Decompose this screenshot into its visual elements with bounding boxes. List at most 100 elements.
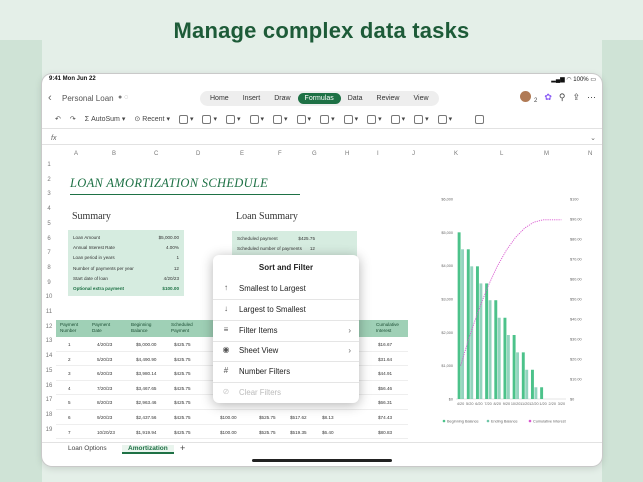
- loan-summary-value[interactable]: 12: [310, 246, 315, 251]
- row-header[interactable]: 14: [42, 353, 56, 359]
- row-header[interactable]: 7: [42, 250, 56, 256]
- header-beginning-balance[interactable]: Beginning Balance: [131, 322, 157, 333]
- table-cell[interactable]: $425.75: [174, 415, 191, 420]
- names-icon[interactable]: ▾: [343, 114, 358, 124]
- table-cell[interactable]: $425.75: [174, 357, 191, 362]
- table-cell[interactable]: $16.67: [378, 342, 392, 347]
- add-sheet-button[interactable]: +: [180, 443, 185, 453]
- row-header[interactable]: 12: [42, 324, 56, 330]
- tab-formulas[interactable]: Formulas: [297, 93, 341, 104]
- header-payment-date[interactable]: Payment Date: [92, 322, 116, 333]
- table-cell[interactable]: $100.00: [220, 430, 237, 435]
- row-header[interactable]: 17: [42, 397, 56, 403]
- table-cell[interactable]: 3: [68, 371, 71, 376]
- summary-value[interactable]: 4/20/23: [164, 276, 179, 281]
- table-cell[interactable]: 9/20/23: [97, 415, 112, 420]
- row-header[interactable]: 19: [42, 427, 56, 433]
- formula-bar[interactable]: fx ⌄: [42, 132, 602, 145]
- row-header[interactable]: 2: [42, 177, 56, 183]
- popup-item-sheet-view[interactable]: ◉ Sheet View ›: [213, 341, 359, 361]
- tab-view[interactable]: View: [406, 93, 435, 104]
- row-header[interactable]: 4: [42, 206, 56, 212]
- column-header[interactable]: L: [500, 151, 503, 157]
- row-header[interactable]: 3: [42, 191, 56, 197]
- column-header[interactable]: A: [74, 151, 78, 157]
- table-cell[interactable]: $31.64: [378, 357, 392, 362]
- undo-icon[interactable]: ↶: [55, 115, 61, 123]
- table-cell[interactable]: $1,919.94: [136, 430, 156, 435]
- row-header[interactable]: 1: [42, 162, 56, 168]
- trace-icon[interactable]: ▾: [367, 114, 382, 124]
- table-cell[interactable]: $425.75: [174, 400, 191, 405]
- table-cell[interactable]: 4/20/23: [97, 342, 112, 347]
- row-header[interactable]: 13: [42, 338, 56, 344]
- column-header[interactable]: N: [588, 151, 592, 157]
- popup-item-smallest-to-largest[interactable]: ↑ Smallest to Largest: [213, 279, 359, 299]
- function-library-icon[interactable]: ▾: [178, 114, 193, 124]
- table-cell[interactable]: 8/20/23: [97, 400, 112, 405]
- table-cell[interactable]: $3,467.65: [136, 386, 156, 391]
- summary-value[interactable]: $5,000.00: [159, 235, 179, 240]
- header-cumulative-interest[interactable]: Cumulative Interest: [376, 322, 404, 333]
- header-payment-number[interactable]: Payment Number: [60, 322, 84, 333]
- show-formulas-icon[interactable]: ▾: [414, 114, 429, 124]
- logical-icon[interactable]: ▾: [202, 114, 217, 124]
- table-cell[interactable]: 2: [68, 357, 71, 362]
- table-cell[interactable]: $44.91: [378, 371, 392, 376]
- popup-item-largest-to-smallest[interactable]: ↓ Largest to Smallest: [213, 300, 359, 320]
- table-cell[interactable]: 5/20/23: [97, 357, 112, 362]
- table-cell[interactable]: $525.75: [259, 430, 276, 435]
- table-cell[interactable]: $66.31: [378, 400, 392, 405]
- row-header[interactable]: 8: [42, 265, 56, 271]
- table-cell[interactable]: $3,980.14: [136, 371, 156, 376]
- redo-icon[interactable]: ↷: [70, 115, 76, 123]
- table-cell[interactable]: $425.75: [174, 342, 191, 347]
- summary-value[interactable]: 12: [174, 266, 179, 271]
- tab-review[interactable]: Review: [370, 93, 407, 104]
- table-cell[interactable]: $517.62: [290, 415, 307, 420]
- document-name[interactable]: Personal Loan: [62, 94, 114, 103]
- sheet-tab-loan-options[interactable]: Loan Options: [68, 445, 107, 452]
- document-status-icons[interactable]: ● ◌: [118, 94, 128, 101]
- table-cell[interactable]: 6/20/23: [97, 371, 112, 376]
- more-functions-icon[interactable]: ▾: [320, 114, 335, 124]
- row-header[interactable]: 6: [42, 236, 56, 242]
- collaborators[interactable]: 2: [520, 91, 537, 104]
- table-cell[interactable]: $519.35: [290, 430, 307, 435]
- table-cell[interactable]: $4,490.90: [136, 357, 156, 362]
- popup-item-filter-items[interactable]: ≡ Filter Items ›: [213, 321, 359, 341]
- table-cell[interactable]: $525.75: [259, 415, 276, 420]
- row-header[interactable]: 9: [42, 280, 56, 286]
- table-cell[interactable]: $425.75: [174, 386, 191, 391]
- column-header[interactable]: M: [544, 151, 549, 157]
- row-header[interactable]: 16: [42, 383, 56, 389]
- table-cell[interactable]: $100.00: [220, 415, 237, 420]
- column-header[interactable]: K: [454, 151, 458, 157]
- summary-value[interactable]: 4.00%: [166, 245, 179, 250]
- table-cell[interactable]: $425.75: [174, 371, 191, 376]
- popup-item-number-filters[interactable]: # Number Filters: [213, 362, 359, 382]
- column-header[interactable]: J: [412, 151, 415, 157]
- table-cell[interactable]: 7/20/23: [97, 386, 112, 391]
- datetime-icon[interactable]: ▾: [249, 114, 264, 124]
- table-cell[interactable]: $74.43: [378, 415, 392, 420]
- math-icon[interactable]: ▾: [296, 114, 311, 124]
- table-cell[interactable]: 6: [68, 415, 71, 420]
- column-header[interactable]: H: [345, 151, 349, 157]
- column-header[interactable]: I: [377, 151, 379, 157]
- table-cell[interactable]: $5,000.00: [136, 342, 156, 347]
- summary-value[interactable]: 1: [176, 255, 179, 260]
- recent-button[interactable]: ⊙ Recent ▾: [134, 115, 170, 124]
- tab-data[interactable]: Data: [341, 93, 370, 104]
- chevron-down-icon[interactable]: ⌄: [590, 134, 596, 142]
- lookup-icon[interactable]: ▾: [273, 114, 288, 124]
- row-header[interactable]: 10: [42, 294, 56, 300]
- row-header[interactable]: 18: [42, 412, 56, 418]
- column-header[interactable]: D: [196, 151, 200, 157]
- summary-value[interactable]: $100.00: [162, 286, 179, 291]
- table-cell[interactable]: 1: [68, 342, 71, 347]
- table-cell[interactable]: $2,437.56: [136, 415, 156, 420]
- table-cell[interactable]: $425.75: [174, 430, 191, 435]
- table-cell[interactable]: $6.40: [322, 430, 334, 435]
- column-header[interactable]: B: [112, 151, 116, 157]
